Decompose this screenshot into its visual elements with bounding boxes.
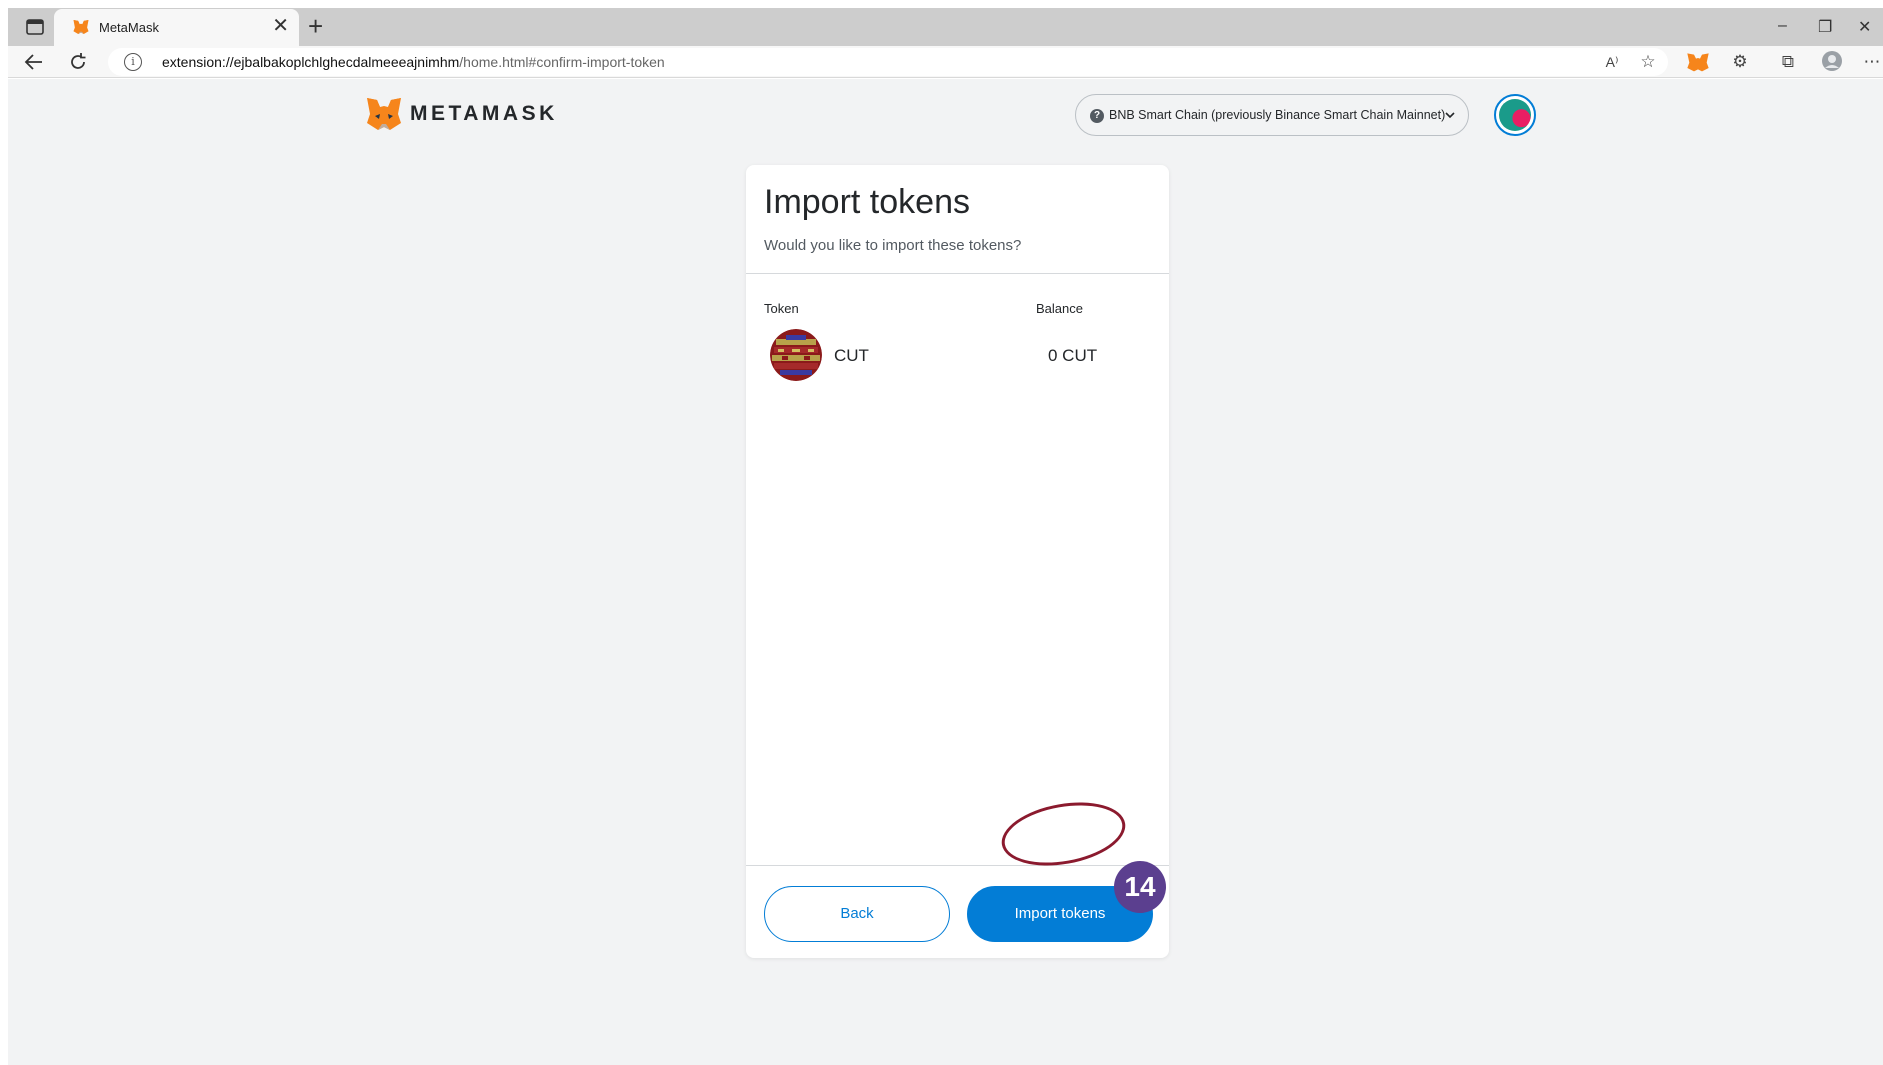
profile-icon[interactable] [1820, 50, 1844, 74]
url-text: extension://ejbalbakoplchlghecdalmeeeajn… [162, 54, 665, 70]
metamask-extension-icon[interactable] [1686, 50, 1710, 74]
read-aloud-icon[interactable]: A⁾ [1600, 50, 1624, 74]
tab-title: MetaMask [99, 20, 159, 35]
token-column-header: Token [764, 301, 799, 316]
url-host: extension://ejbalbakoplchlghecdalmeeeajn… [162, 54, 460, 70]
metamask-wordmark: METAMASK [410, 102, 558, 125]
info-icon[interactable]: i [124, 53, 142, 71]
network-label: BNB Smart Chain (previously Binance Smar… [1109, 108, 1446, 122]
browser-address-bar: i extension://ejbalbakoplchlghecdalmeeea… [8, 46, 1883, 78]
balance-column-header: Balance [1036, 301, 1083, 316]
cut-token-icon [770, 329, 822, 381]
header-divider [746, 273, 1169, 274]
browser-tab-metamask[interactable]: MetaMask ✕ [54, 9, 299, 46]
tab-close-icon[interactable]: ✕ [272, 15, 289, 37]
url-path: /home.html#confirm-import-token [459, 54, 665, 70]
more-icon[interactable]: ⋯ [1860, 50, 1883, 74]
account-avatar[interactable] [1494, 94, 1536, 136]
chevron-down-icon [1445, 112, 1455, 119]
back-arrow-icon[interactable] [24, 53, 44, 71]
metamask-fox-icon [73, 19, 89, 35]
extensions-icon[interactable]: ⚙ [1728, 50, 1752, 74]
reload-icon[interactable] [68, 52, 88, 72]
token-symbol: CUT [834, 346, 869, 365]
minimize-button[interactable]: – [1778, 17, 1787, 35]
metamask-page: METAMASK ? BNB Smart Chain (previously B… [8, 79, 1883, 1065]
network-selector[interactable]: ? BNB Smart Chain (previously Binance Sm… [1075, 94, 1469, 136]
restore-button[interactable]: ❐ [1818, 17, 1832, 37]
metamask-header: METAMASK ? BNB Smart Chain (previously B… [8, 79, 1883, 159]
metamask-logo-icon[interactable] [366, 97, 402, 131]
page-subtitle: Would you like to import these tokens? [764, 237, 1022, 254]
close-window-button[interactable]: ✕ [1858, 17, 1871, 37]
page-title: Import tokens [764, 183, 970, 221]
new-tab-button[interactable]: + [308, 12, 323, 40]
step-number-badge: 14 [1114, 861, 1166, 913]
footer-divider [746, 865, 1169, 866]
network-unknown-icon: ? [1090, 109, 1104, 123]
sidebar-toggle-icon[interactable] [24, 16, 46, 38]
account-identicon [1499, 99, 1531, 131]
favorite-icon[interactable]: ☆ [1636, 50, 1660, 74]
url-input[interactable]: i extension://ejbalbakoplchlghecdalmeeea… [108, 48, 1668, 76]
collections-icon[interactable]: ⧉ [1776, 50, 1800, 74]
import-tokens-card: Import tokens Would you like to import t… [746, 165, 1169, 958]
token-balance: 0 CUT [1048, 346, 1098, 365]
back-button[interactable]: Back [764, 886, 950, 942]
browser-tab-bar: MetaMask ✕ + – ❐ ✕ [8, 8, 1883, 46]
